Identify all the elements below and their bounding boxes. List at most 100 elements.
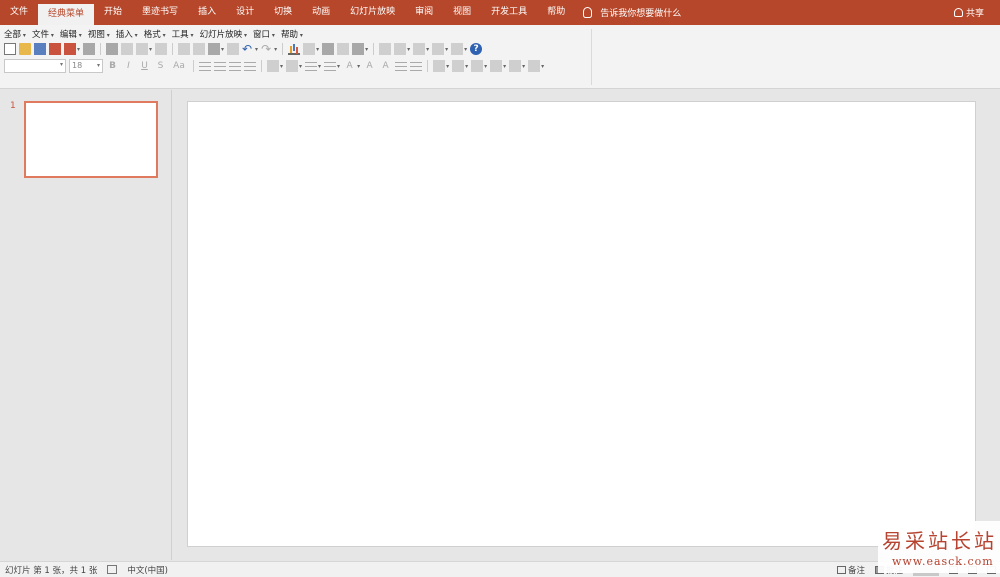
numbering-icon[interactable] bbox=[324, 61, 337, 71]
menu-tools[interactable]: 工具 bbox=[172, 28, 200, 40]
menu-all[interactable]: 全部 bbox=[4, 28, 32, 40]
arrange-icon[interactable] bbox=[433, 60, 446, 72]
align-right-icon[interactable] bbox=[229, 61, 241, 71]
align-left-icon[interactable] bbox=[199, 61, 211, 71]
increase-indent-icon[interactable] bbox=[410, 61, 423, 71]
cut-icon[interactable] bbox=[178, 43, 191, 55]
chevron-down-icon[interactable]: ▾ bbox=[446, 63, 449, 70]
menu-view[interactable]: 视图 bbox=[88, 28, 116, 40]
chevron-down-icon[interactable]: ▾ bbox=[337, 63, 340, 70]
justify-icon[interactable] bbox=[244, 61, 256, 71]
tab-review[interactable]: 审阅 bbox=[405, 0, 443, 25]
redo-icon[interactable]: ↷ bbox=[261, 43, 273, 55]
tab-file[interactable]: 文件 bbox=[0, 0, 38, 25]
menu-format[interactable]: 格式 bbox=[144, 28, 172, 40]
tab-animations[interactable]: 动画 bbox=[302, 0, 340, 25]
tell-me-search[interactable]: 告诉我你想要做什么 bbox=[583, 6, 681, 19]
chart-icon[interactable] bbox=[288, 43, 301, 55]
tab-design[interactable]: 设计 bbox=[226, 0, 264, 25]
undo-icon[interactable]: ↶ bbox=[242, 43, 254, 55]
text-align-vertical-icon[interactable] bbox=[267, 60, 279, 72]
menu-file[interactable]: 文件 bbox=[32, 28, 60, 40]
chevron-down-icon[interactable]: ▾ bbox=[365, 46, 368, 53]
italic-button[interactable]: I bbox=[122, 61, 135, 71]
tab-draw[interactable]: 墨迹书写 bbox=[132, 0, 188, 25]
menu-slideshow[interactable]: 幻灯片放映 bbox=[200, 28, 253, 40]
tab-slideshow[interactable]: 幻灯片放映 bbox=[340, 0, 405, 25]
font-name-select[interactable] bbox=[4, 59, 66, 73]
print-preview-icon[interactable] bbox=[121, 43, 134, 55]
columns-icon[interactable] bbox=[394, 43, 407, 55]
font-size-select[interactable]: 18 bbox=[69, 59, 103, 73]
underline-button[interactable]: U bbox=[138, 61, 151, 71]
chevron-down-icon[interactable]: ▾ bbox=[280, 63, 283, 70]
fill-color-icon[interactable] bbox=[352, 43, 365, 55]
comment-shape-icon[interactable] bbox=[432, 43, 445, 55]
slide-thumbnail[interactable] bbox=[24, 101, 158, 178]
tab-help[interactable]: 帮助 bbox=[537, 0, 575, 25]
spelling-icon[interactable] bbox=[155, 43, 168, 55]
copy-icon[interactable] bbox=[193, 43, 206, 55]
chevron-down-icon[interactable]: ▾ bbox=[464, 46, 467, 53]
tab-transitions[interactable]: 切换 bbox=[264, 0, 302, 25]
menu-edit[interactable]: 编辑 bbox=[60, 28, 88, 40]
text-direction-icon[interactable] bbox=[286, 60, 299, 72]
header-footer-icon[interactable] bbox=[379, 43, 392, 55]
picture-icon[interactable] bbox=[337, 43, 350, 55]
save-as-icon[interactable] bbox=[49, 43, 61, 55]
chevron-down-icon[interactable]: ▾ bbox=[77, 46, 80, 53]
save-icon[interactable] bbox=[34, 43, 46, 55]
tab-classic-menu[interactable]: 经典菜单 bbox=[38, 4, 95, 25]
bold-button[interactable]: B bbox=[106, 61, 119, 71]
shape-effects-icon[interactable] bbox=[528, 60, 541, 72]
bullets-icon[interactable] bbox=[305, 61, 318, 71]
language-status[interactable]: 中文(中国) bbox=[127, 564, 168, 576]
chevron-down-icon[interactable]: ▾ bbox=[299, 63, 302, 70]
spell-check-icon[interactable] bbox=[107, 565, 118, 574]
chevron-down-icon[interactable]: ▾ bbox=[274, 46, 277, 53]
permission-icon[interactable] bbox=[83, 43, 96, 55]
text-box-icon[interactable] bbox=[413, 43, 426, 55]
font-color-icon[interactable]: A bbox=[343, 61, 356, 71]
shadow-button[interactable]: S bbox=[154, 61, 167, 71]
tab-home[interactable]: 开始 bbox=[94, 0, 132, 25]
new-document-icon[interactable] bbox=[4, 43, 16, 55]
paste-icon[interactable] bbox=[208, 43, 221, 55]
chevron-down-icon[interactable]: ▾ bbox=[503, 63, 506, 70]
menu-help[interactable]: 帮助 bbox=[281, 28, 309, 40]
share-button[interactable]: 共享 bbox=[953, 0, 984, 25]
menu-window[interactable]: 窗口 bbox=[253, 28, 281, 40]
shapes-icon[interactable] bbox=[452, 60, 465, 72]
shape-outline-icon[interactable] bbox=[509, 60, 522, 72]
chevron-down-icon[interactable]: ▾ bbox=[149, 46, 152, 53]
grow-font-icon[interactable]: A bbox=[363, 61, 376, 71]
chevron-down-icon[interactable]: ▾ bbox=[484, 63, 487, 70]
slide-canvas[interactable] bbox=[187, 101, 976, 547]
chevron-down-icon[interactable]: ▾ bbox=[316, 46, 319, 53]
chevron-down-icon[interactable]: ▾ bbox=[445, 46, 448, 53]
zoom-icon[interactable] bbox=[451, 43, 464, 55]
shape-fill-icon[interactable] bbox=[471, 60, 484, 72]
tab-insert[interactable]: 插入 bbox=[188, 0, 226, 25]
shrink-font-icon[interactable]: A bbox=[379, 61, 392, 71]
chevron-down-icon[interactable]: ▾ bbox=[357, 63, 360, 70]
help-icon[interactable]: ? bbox=[470, 43, 483, 55]
change-case-button[interactable]: Aa bbox=[170, 61, 188, 71]
table-icon[interactable] bbox=[303, 43, 316, 55]
export-icon[interactable] bbox=[64, 43, 76, 55]
chevron-down-icon[interactable]: ▾ bbox=[221, 46, 224, 53]
paint-bucket-icon[interactable] bbox=[490, 60, 503, 72]
slide-thumbnail-pane[interactable]: 1 bbox=[0, 90, 172, 560]
chevron-down-icon[interactable]: ▾ bbox=[522, 63, 525, 70]
print-icon[interactable] bbox=[106, 43, 119, 55]
chevron-down-icon[interactable]: ▾ bbox=[255, 46, 258, 53]
tab-view[interactable]: 视图 bbox=[443, 0, 481, 25]
smartart-icon[interactable] bbox=[322, 43, 335, 55]
chevron-down-icon[interactable]: ▾ bbox=[465, 63, 468, 70]
chevron-down-icon[interactable]: ▾ bbox=[318, 63, 321, 70]
notes-button[interactable]: 备注 bbox=[836, 564, 865, 576]
open-folder-icon[interactable] bbox=[19, 43, 31, 55]
align-center-icon[interactable] bbox=[214, 61, 226, 71]
slide-layout-icon[interactable] bbox=[136, 43, 149, 55]
chevron-down-icon[interactable]: ▾ bbox=[426, 46, 429, 53]
